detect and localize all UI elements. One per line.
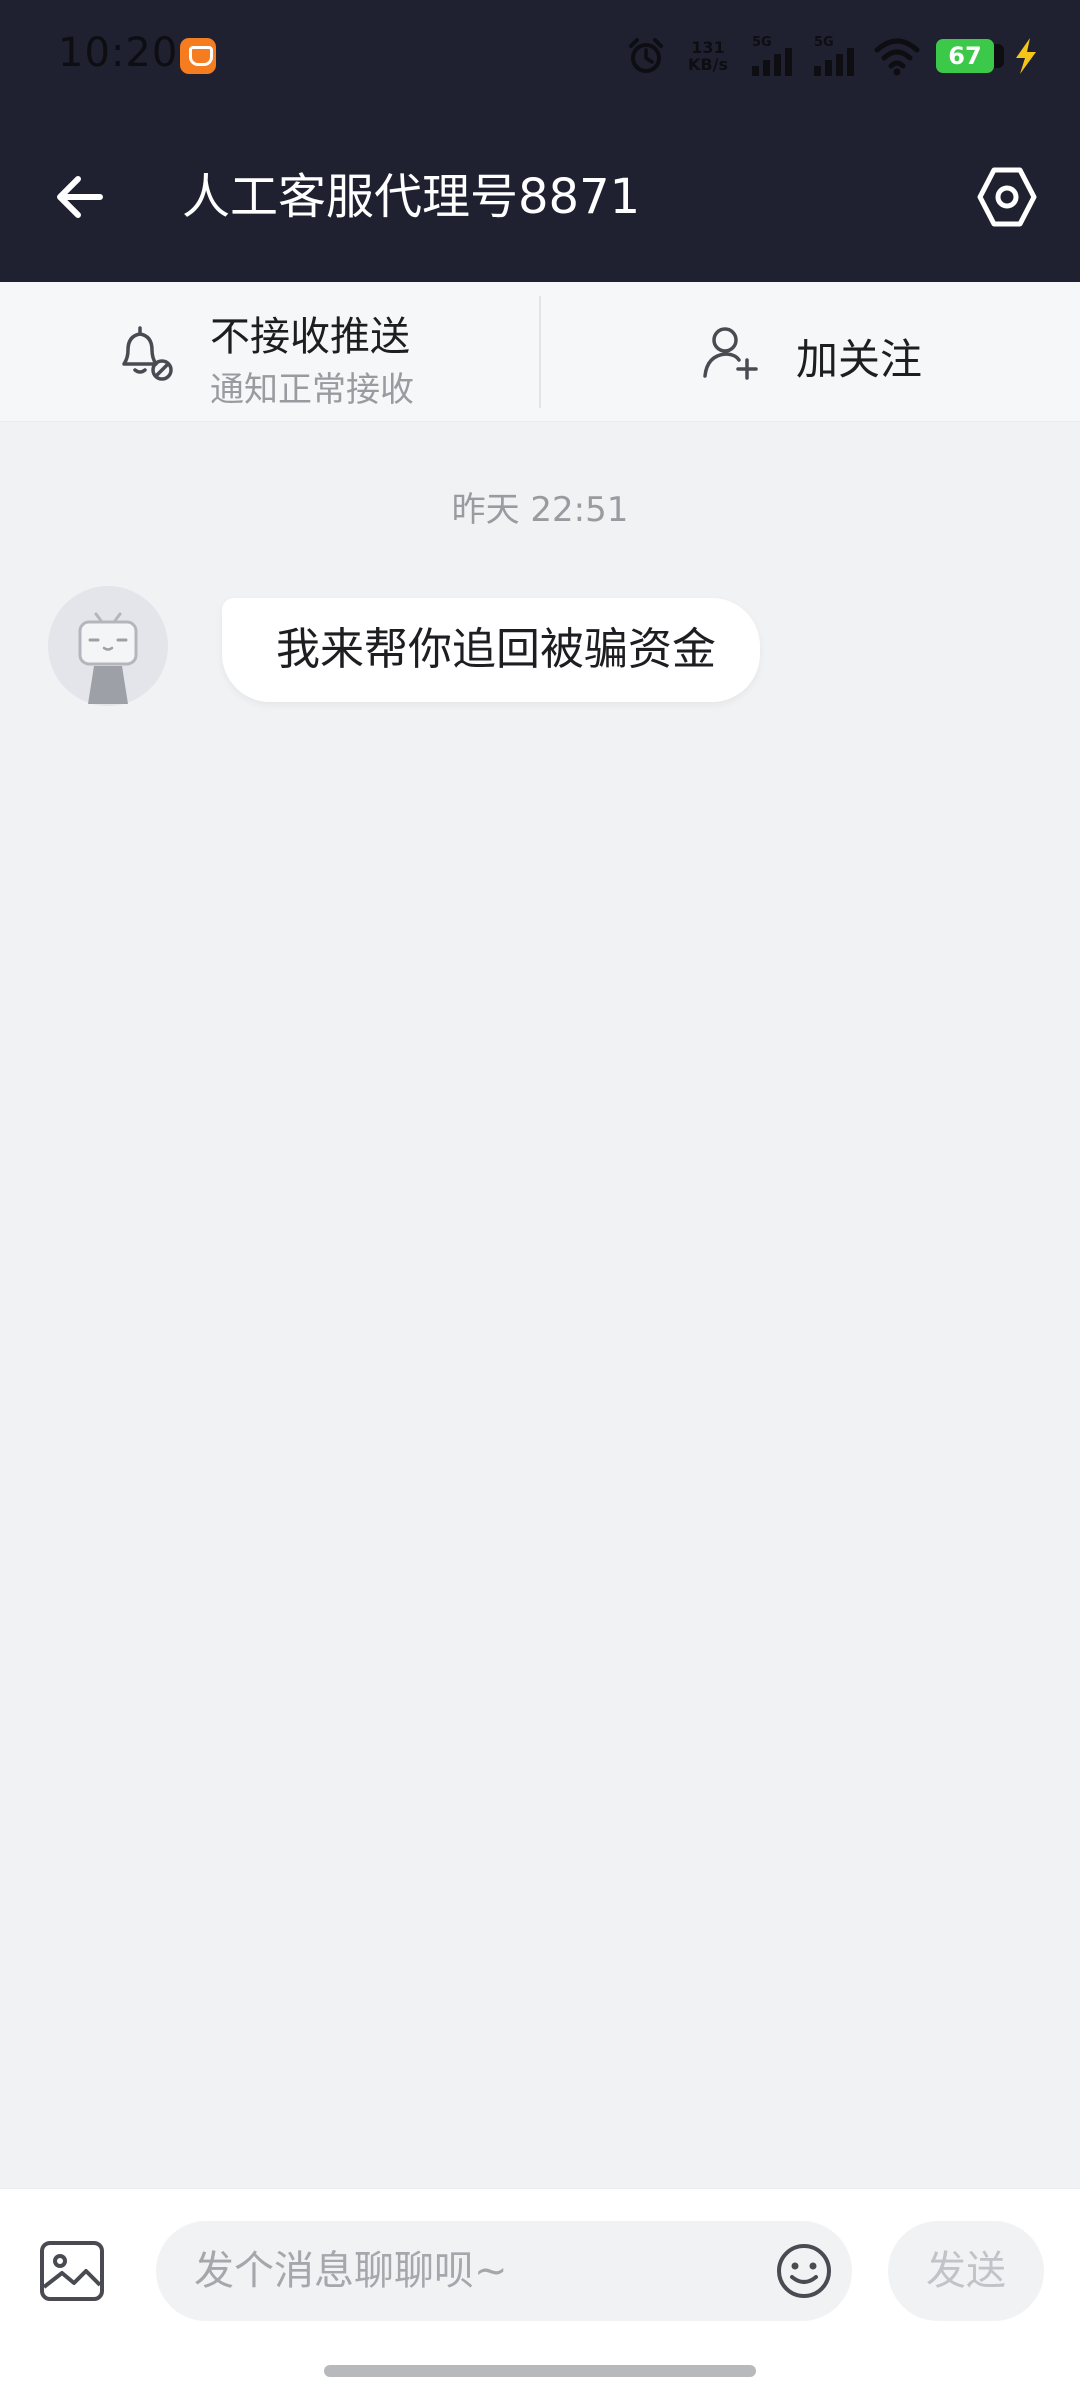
emoji-icon[interactable] — [774, 2241, 834, 2301]
signal-icon-2: 5G — [814, 35, 854, 76]
charging-icon — [1016, 38, 1036, 74]
follow-button[interactable]: 加关注 — [541, 282, 1080, 422]
push-subtitle: 通知正常接收 — [210, 370, 414, 410]
wifi-icon — [874, 38, 920, 76]
app-notification-icon — [180, 38, 216, 74]
settings-hexagon-icon[interactable] — [974, 164, 1040, 230]
push-setting-button[interactable]: 不接收推送 通知正常接收 — [0, 282, 540, 422]
chat-area[interactable]: 昨天 22:51 我来帮你追回被骗资金 — [0, 422, 1080, 2188]
signal-icon: 5G — [752, 35, 792, 76]
alarm-icon — [629, 38, 663, 73]
sim2-label: 5G — [814, 35, 834, 50]
net-speed: 131 KB/s — [682, 39, 734, 73]
status-time: 10:20 — [58, 30, 179, 76]
page-title: 人工客服代理号8871 — [182, 169, 641, 225]
tv-mascot-avatar-icon — [78, 612, 138, 704]
message-bubble[interactable]: 我来帮你追回被骗资金 — [222, 598, 760, 702]
push-title: 不接收推送 — [210, 314, 410, 360]
add-user-icon — [703, 327, 758, 380]
message-input[interactable] — [156, 2221, 852, 2321]
status-indicators: 131 KB/s 5G 5G 67 — [626, 34, 1040, 78]
net-speed-unit: KB/s — [688, 55, 728, 74]
app-header: 10:20 131 KB/s 5G 5G 67 人工客服代理号8871 — [0, 0, 1080, 282]
home-indicator[interactable] — [324, 2365, 756, 2377]
sim1-label: 5G — [752, 35, 772, 50]
follow-label: 加关注 — [796, 335, 923, 384]
status-bar: 10:20 131 KB/s 5G 5G 67 — [0, 0, 1080, 118]
title-bar: 人工客服代理号8871 — [0, 142, 1080, 252]
message-composer: 发送 — [0, 2188, 1080, 2400]
arrow-left-icon[interactable] — [50, 167, 110, 227]
bell-muted-icon — [122, 326, 173, 381]
net-speed-value: 131 — [691, 38, 725, 57]
message-timestamp: 昨天 22:51 — [451, 490, 629, 530]
send-button[interactable]: 发送 — [888, 2221, 1044, 2321]
action-bar: 不接收推送 通知正常接收 加关注 — [0, 282, 1080, 422]
sender-avatar[interactable] — [48, 586, 168, 706]
image-icon[interactable] — [36, 2235, 108, 2307]
battery-icon: 67 — [936, 39, 1004, 73]
